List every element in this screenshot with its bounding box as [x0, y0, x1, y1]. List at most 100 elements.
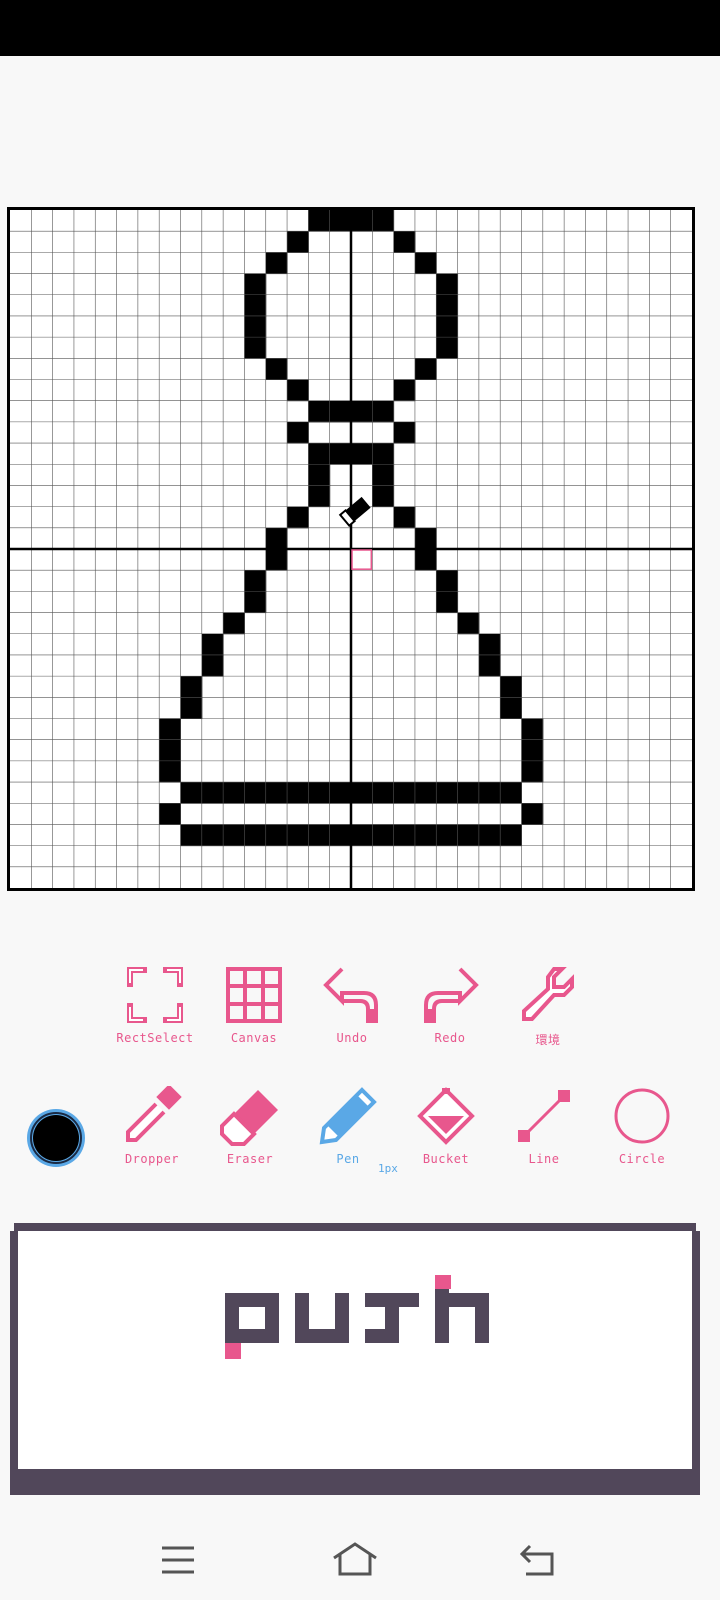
canvas-button[interactable]: Canvas — [205, 965, 303, 1065]
pixel — [287, 506, 309, 529]
pixel — [180, 697, 203, 719]
current-color-swatch[interactable] — [24, 1106, 88, 1170]
pixel — [521, 718, 544, 741]
pixel — [180, 782, 203, 804]
pixel — [436, 337, 459, 359]
rect-select-button[interactable]: RectSelect — [106, 965, 204, 1065]
pixel — [457, 612, 480, 635]
pixel — [308, 210, 331, 232]
pixel — [478, 633, 501, 656]
pixel — [308, 782, 331, 804]
pixel — [393, 782, 416, 804]
color-circle-icon — [27, 1109, 85, 1167]
pixel — [265, 824, 288, 847]
pixel — [414, 549, 437, 571]
pixel — [414, 824, 437, 847]
rect-select-label: RectSelect — [116, 1031, 194, 1045]
pixel — [287, 824, 309, 847]
pixel — [436, 591, 459, 614]
pixel — [414, 527, 437, 550]
pixel — [500, 782, 522, 804]
pixel — [436, 570, 459, 592]
home-nav-button[interactable] — [330, 1540, 380, 1580]
line-icon — [518, 1090, 570, 1142]
pixel — [372, 443, 395, 465]
status-bar — [0, 0, 720, 56]
pixel — [521, 760, 544, 783]
pixel — [372, 485, 395, 508]
dropper-icon — [126, 1086, 182, 1142]
pixel — [457, 824, 480, 847]
pixel — [414, 358, 437, 380]
undo-button[interactable]: Undo — [303, 965, 401, 1065]
circle-tool[interactable]: Circle — [593, 1086, 691, 1186]
pixel — [265, 549, 288, 571]
pixel — [287, 782, 309, 804]
pixel — [521, 803, 544, 825]
line-label: Line — [528, 1152, 560, 1166]
eraser-tool[interactable]: Eraser — [201, 1086, 299, 1186]
pencil-icon — [319, 1087, 377, 1145]
push-pixel-text — [225, 1275, 489, 1359]
pixel — [201, 633, 224, 656]
pixel — [265, 782, 288, 804]
pixel — [500, 676, 522, 698]
redo-label: Redo — [434, 1031, 466, 1045]
eraser-label: Eraser — [226, 1152, 274, 1166]
pixel — [329, 782, 352, 804]
pixel — [180, 676, 203, 698]
circle-icon — [614, 1088, 670, 1144]
pixel — [265, 527, 288, 550]
pixel — [244, 273, 267, 296]
pixel — [308, 485, 331, 508]
pixel — [244, 591, 267, 614]
bucket-icon — [417, 1087, 475, 1145]
pixel — [372, 782, 395, 804]
pixel — [478, 782, 501, 804]
pixel — [244, 824, 267, 847]
line-tool[interactable]: Line — [495, 1086, 593, 1186]
pixel — [351, 210, 373, 232]
pixel — [329, 824, 352, 847]
pixel — [414, 782, 437, 804]
pixel — [244, 337, 267, 359]
pixel — [372, 400, 395, 423]
pixel — [159, 718, 181, 741]
redo-button[interactable]: Redo — [401, 965, 499, 1065]
pixel — [436, 294, 459, 317]
menu-nav-button[interactable] — [158, 1540, 198, 1580]
pixel — [287, 379, 309, 402]
pixel — [436, 782, 459, 804]
wrench-icon — [522, 967, 574, 1021]
pixel — [329, 400, 352, 423]
pixel — [244, 782, 267, 804]
pixel — [287, 421, 309, 444]
pixel — [478, 824, 501, 847]
pixel — [201, 654, 224, 677]
rect-select-icon — [127, 967, 183, 1023]
bucket-tool[interactable]: Bucket — [397, 1086, 495, 1186]
pixel — [223, 824, 245, 847]
pixel — [159, 803, 181, 825]
pixel — [180, 824, 203, 847]
pixel — [308, 443, 331, 465]
pixel-canvas[interactable] — [7, 207, 695, 891]
menu-icon — [162, 1546, 194, 1574]
back-nav-button[interactable] — [518, 1540, 558, 1580]
canvas-label: Canvas — [230, 1031, 278, 1045]
pixel-grid[interactable] — [10, 210, 692, 888]
dropper-tool[interactable]: Dropper — [103, 1086, 201, 1186]
push-button[interactable]: push — [10, 1223, 710, 1513]
pixel — [351, 400, 373, 423]
pixel — [244, 294, 267, 317]
pixel — [372, 210, 395, 232]
redo-icon — [424, 967, 479, 1023]
settings-button[interactable]: 環境 — [499, 965, 597, 1065]
pixel — [265, 252, 288, 275]
pixel — [287, 231, 309, 253]
pixel — [351, 782, 373, 804]
navigation-bar — [0, 1520, 720, 1600]
pixel — [393, 824, 416, 847]
cursor-cell — [351, 549, 373, 570]
pen-cursor-icon — [338, 496, 371, 528]
